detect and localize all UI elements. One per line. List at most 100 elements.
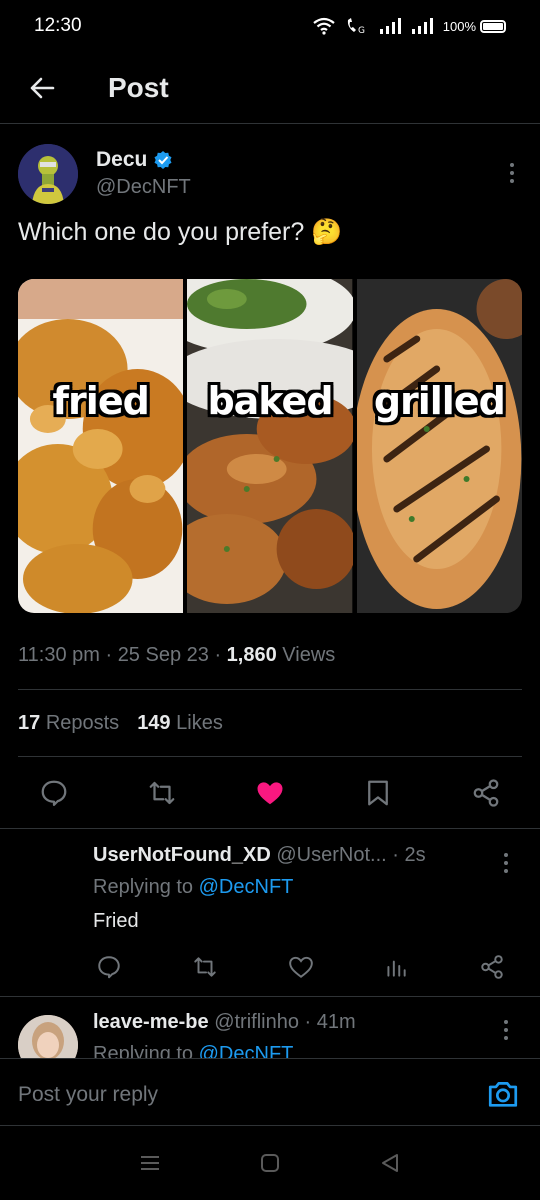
reply-author-name[interactable]: UserNotFound_XD [93,844,271,866]
post-actions [18,772,522,814]
battery-icon [480,19,506,33]
status-time: 12:30 [34,15,82,36]
camera-button[interactable] [486,1077,520,1111]
repost-button[interactable] [146,777,178,809]
reply-avatar[interactable] [18,1015,78,1058]
battery-percent: 100% [442,18,476,34]
arrow-left-icon [30,77,55,98]
verified-badge-icon [154,151,172,169]
post-media[interactable]: fried baked grilled [18,279,522,613]
reply-author-handle: @triflinho [214,1011,299,1033]
heart-icon [288,956,313,978]
post-meta: 11:30 pm · 25 Sep 23 · 1,860 Views [18,644,336,666]
author-name[interactable]: Decu [96,148,173,172]
replying-to-link[interactable]: @DecNFT [199,876,294,898]
bookmark-button[interactable] [362,777,394,809]
replying-to: Replying to @DecNFT [93,876,293,899]
reply-views-button[interactable] [380,951,412,983]
post-time: 11:30 pm [18,644,100,666]
reply-like-button[interactable] [285,951,317,983]
reply-reply-button[interactable] [93,951,125,983]
wifi-icon [313,17,335,35]
likes-label: Likes [176,712,223,734]
system-nav-bar [0,1126,540,1200]
battery: 100% [443,19,506,34]
post-text: Which one do you prefer? 🤔 [18,218,343,246]
reply-separator: · [304,1011,317,1033]
reply-actions [93,950,508,984]
reply-item[interactable]: leave-me-be @triflinho · 41m Replying to… [0,997,540,1058]
fried-chicken-image [18,279,184,613]
author-avatar[interactable] [18,144,78,204]
reply-time: 41m [316,1011,356,1033]
camera-icon [488,1082,518,1107]
reply-header: UserNotFound_XD @UserNot... · 2s [93,844,426,867]
divider [18,756,522,757]
heart-icon [257,782,283,805]
author-handle: @DecNFT [96,176,191,198]
grilled-chicken-image [356,279,522,613]
divider [0,828,540,829]
post-date: 25 Sep 23 [117,644,209,666]
comment-icon [41,780,67,806]
views-count: 1,860 [226,644,277,666]
post-author-row: Decu @DecNFT [18,144,522,204]
replying-to: Replying to @DecNFT [93,1043,293,1058]
media-panel-grilled: grilled [356,279,522,613]
media-label-fried: fried [52,379,150,423]
reply-text: Fried [93,910,139,932]
back-nav-icon[interactable] [379,1152,401,1174]
comment-icon [98,956,120,979]
more-options-button[interactable] [502,158,522,188]
reply-composer: Post your reply [0,1058,540,1126]
share-icon [473,779,499,807]
media-label-baked: baked [207,379,333,423]
likes-count: 149 [137,712,171,734]
replying-prefix: Replying to [93,1043,194,1058]
status-icons: G 100% [313,17,506,35]
reply-more-button[interactable] [496,848,516,878]
media-panel-fried: fried [18,279,184,613]
reply-author-name[interactable]: leave-me-be [93,1011,209,1033]
signal-icon-1 [379,18,401,34]
repost-icon [149,781,175,805]
author-name-text: Decu [96,148,148,171]
home-icon[interactable] [260,1153,280,1173]
likes-stat[interactable]: 149 Likes [137,712,223,735]
svg-text:G: G [358,26,365,35]
baked-chicken-image [187,279,353,613]
share-icon [481,955,503,979]
signal-icon-2 [411,18,433,34]
top-bar: Post [0,52,540,124]
analytics-icon [387,960,406,977]
reply-repost-button[interactable] [189,951,221,983]
back-button[interactable] [20,66,64,110]
views-label: Views [282,644,336,666]
reply-share-button[interactable] [476,951,508,983]
volte-call-icon: G [347,18,365,35]
reply-item[interactable]: UserNotFound_XD @UserNot... · 2s Replyin… [0,830,540,996]
reply-header: leave-me-be @triflinho · 41m [93,1011,356,1034]
reply-separator: · [392,844,405,866]
media-panel-baked: baked [187,279,353,613]
reply-author-handle: @UserNot... [276,844,387,866]
reply-more-button[interactable] [496,1015,516,1045]
recents-menu-icon[interactable] [139,1154,161,1172]
media-label-grilled: grilled [373,379,506,423]
reposts-label: Reposts [45,712,120,734]
reply-time: 2s [404,844,426,866]
reply-input[interactable]: Post your reply [18,1083,158,1107]
reposts-count: 17 [18,712,41,734]
post-stats: 17 Reposts 149 Likes [18,712,223,735]
divider [18,689,522,690]
status-bar: 12:30 G 100% [0,0,540,52]
like-button[interactable] [254,777,286,809]
replying-to-link[interactable]: @DecNFT [199,1043,294,1058]
reply-button[interactable] [38,777,70,809]
bookmark-icon [368,780,388,806]
repost-icon [194,957,216,977]
page-title: Post [108,71,169,103]
reposts-stat[interactable]: 17 Reposts [18,712,119,735]
share-button[interactable] [470,777,502,809]
replying-prefix: Replying to [93,876,194,898]
